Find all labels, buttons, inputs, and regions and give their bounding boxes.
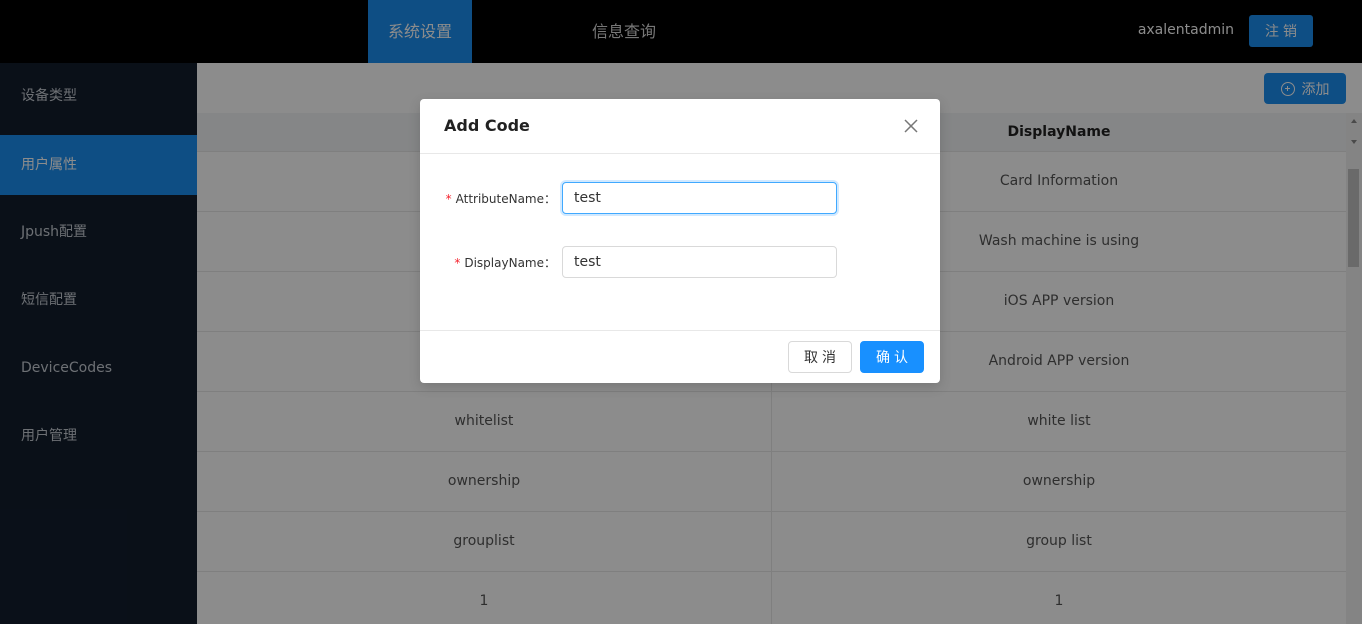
dialog-title: Add Code: [444, 116, 530, 135]
attribute-name-input[interactable]: [562, 182, 837, 214]
cancel-button[interactable]: 取消: [788, 341, 852, 373]
dialog-header: Add Code: [420, 99, 940, 154]
attribute-name-label: * AttributeName：: [446, 190, 556, 207]
dialog-footer: 取消 确认: [420, 330, 940, 383]
required-mark: *: [454, 256, 461, 270]
add-code-dialog: Add Code *AttributeName： *DisplayName： 取…: [420, 99, 940, 383]
confirm-button[interactable]: 确认: [860, 341, 924, 373]
display-name-label: * DisplayName：: [454, 254, 556, 271]
required-mark: *: [445, 192, 452, 206]
display-name-input[interactable]: [562, 246, 837, 278]
field-label: AttributeName：: [455, 192, 556, 206]
field-label: DisplayName：: [464, 256, 556, 270]
form-row-attribute-name: * AttributeName：: [420, 182, 940, 214]
form-row-display-name: * DisplayName：: [420, 246, 940, 278]
close-icon[interactable]: [902, 117, 920, 135]
